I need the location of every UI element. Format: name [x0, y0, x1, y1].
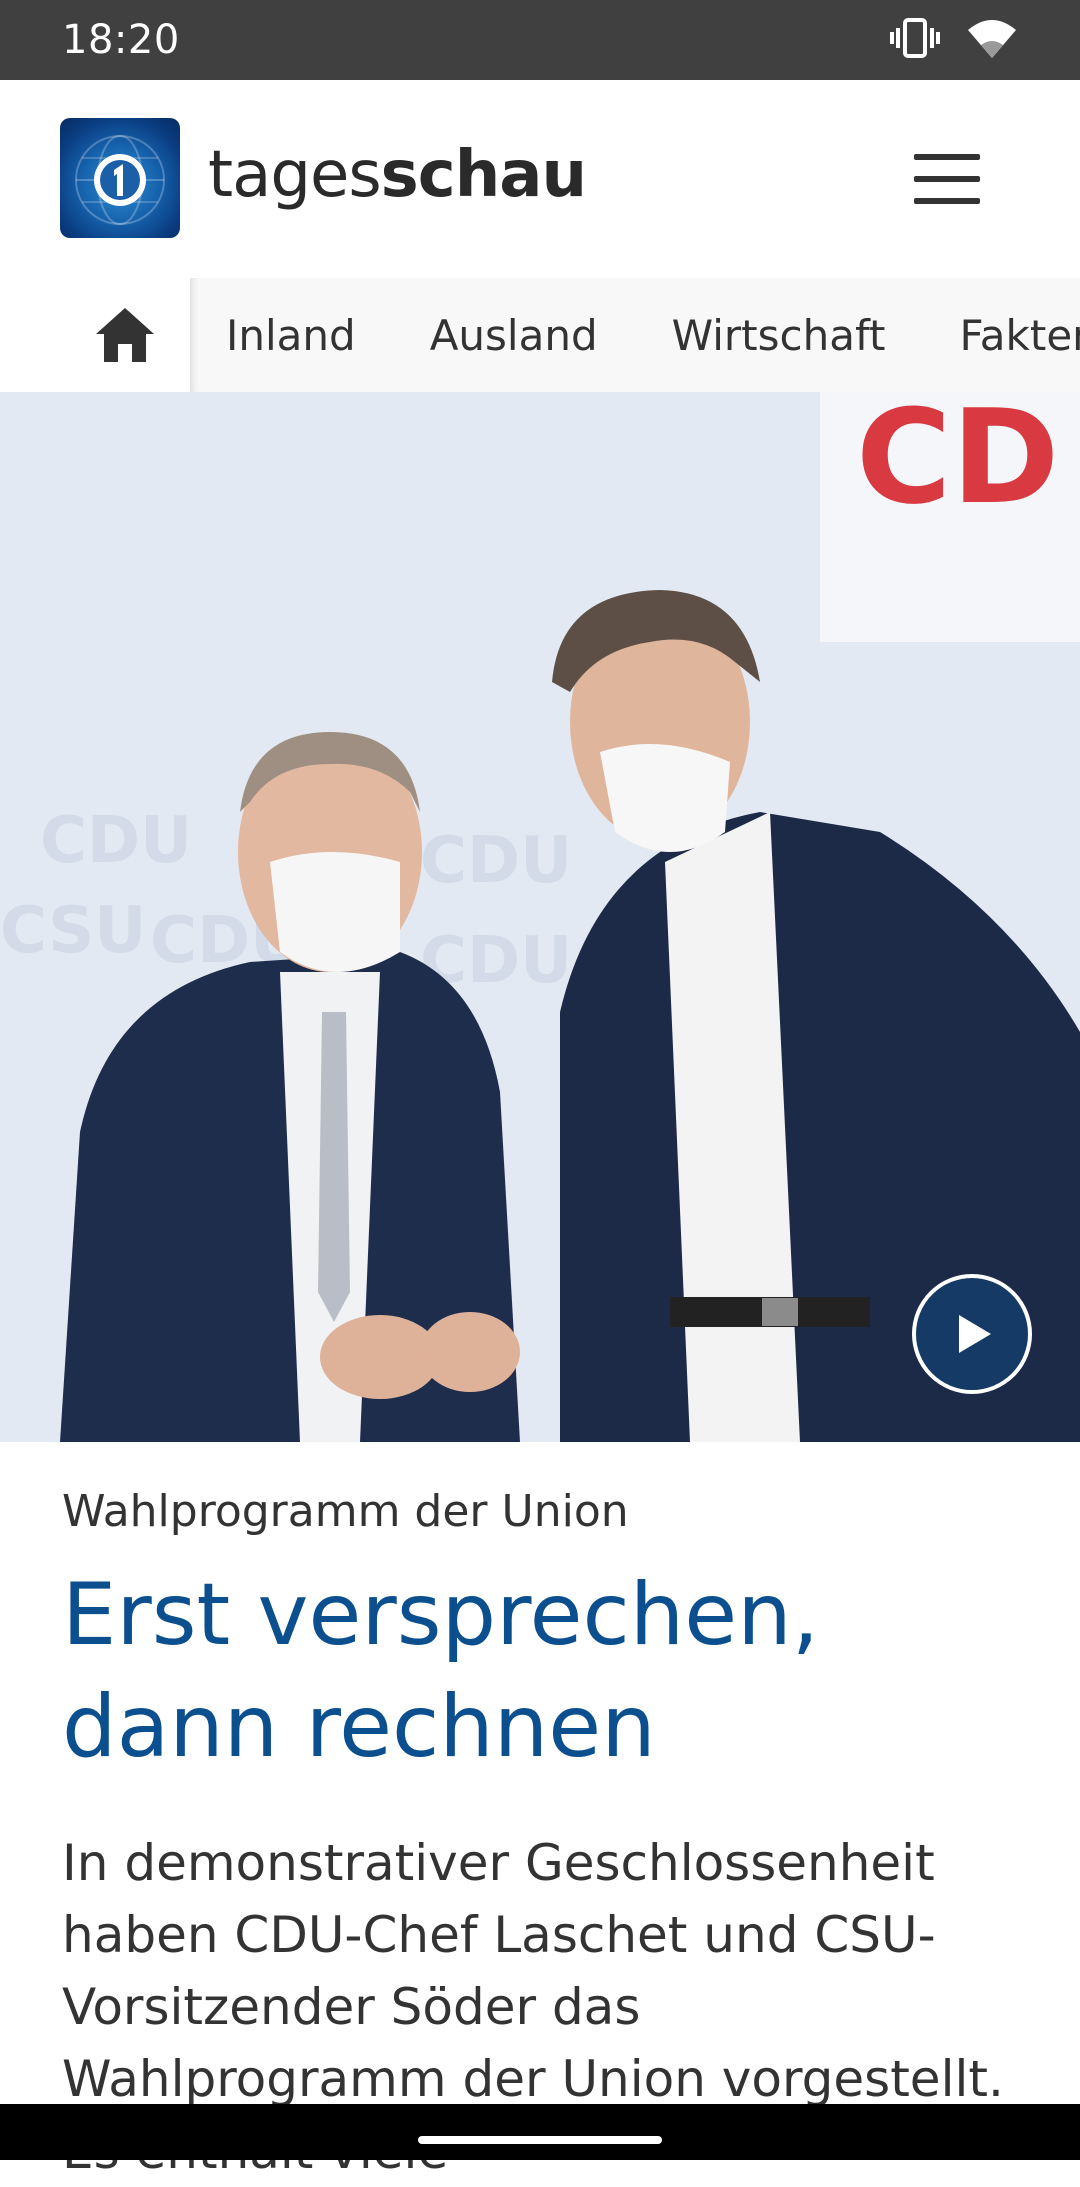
svg-text:CSU: CSU: [0, 894, 146, 968]
brand-wordmark: tagesschau: [208, 138, 587, 212]
tagesschau-logo[interactable]: [60, 118, 180, 238]
status-bar: 18:20: [0, 0, 1080, 80]
article-kicker: Wahlprogramm der Union: [62, 1486, 629, 1537]
wifi-icon: [966, 16, 1018, 64]
brand-bold: schau: [380, 138, 587, 212]
brand-light: tages: [208, 138, 382, 212]
home-tab[interactable]: [60, 278, 190, 392]
app-header: tagesschau: [0, 80, 1080, 278]
tab-wirtschaft[interactable]: Wirtschaft: [672, 311, 886, 360]
hero-photo: CD CDU CSU CDU CDU CDU: [0, 392, 1080, 1442]
home-icon: [96, 308, 154, 362]
system-nav-bar: [0, 2104, 1080, 2160]
status-time: 18:20: [62, 17, 180, 63]
svg-text:CDU: CDU: [40, 804, 192, 878]
article-teaser[interactable]: Wahlprogramm der Union Erst versprechen,…: [62, 1442, 1022, 2187]
status-icons: [890, 16, 1018, 64]
vibrate-icon: [890, 16, 940, 64]
play-icon: [959, 1315, 991, 1353]
hero-image[interactable]: CD CDU CSU CDU CDU CDU: [0, 392, 1080, 1442]
svg-text:CD: CD: [856, 392, 1059, 533]
tab-ausland[interactable]: Ausland: [430, 311, 598, 360]
play-video-button[interactable]: [912, 1274, 1032, 1394]
hamburger-menu-icon[interactable]: [914, 154, 980, 204]
tab-fakten[interactable]: Fakten: [959, 311, 1080, 360]
article-headline[interactable]: Erst versprechen, dann rechnen: [62, 1559, 1022, 1783]
svg-text:CDU: CDU: [420, 824, 572, 898]
home-gesture-handle[interactable]: [418, 2136, 662, 2144]
tab-strip: Inland Ausland Wirtschaft Fakten: [190, 278, 1080, 392]
cdu-banner-logo: CD: [856, 392, 1059, 533]
section-tabs: Inland Ausland Wirtschaft Fakten: [0, 278, 1080, 392]
tab-inland[interactable]: Inland: [226, 311, 356, 360]
